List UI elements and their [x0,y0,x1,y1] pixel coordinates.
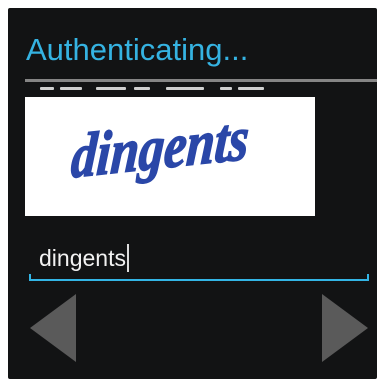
previous-button[interactable] [30,294,76,362]
text-caret [126,244,129,272]
title-divider [25,79,377,82]
captcha-text: dingents [69,103,251,192]
captcha-graphic: dingents [69,102,252,192]
input-underline [29,274,369,281]
captcha-answer-input[interactable]: dingents [29,237,369,281]
scrolled-text-remnant [38,87,338,93]
answer-value: dingents [39,244,126,271]
triangle-left-icon [30,294,76,362]
dialog-title: Authenticating... [26,32,249,67]
next-button[interactable] [322,294,368,362]
captcha-image: dingents [25,97,315,216]
triangle-right-icon [322,294,368,362]
authentication-dialog: Authenticating... dingents dingents [8,8,377,379]
answer-text-wrap: dingents [39,244,129,272]
